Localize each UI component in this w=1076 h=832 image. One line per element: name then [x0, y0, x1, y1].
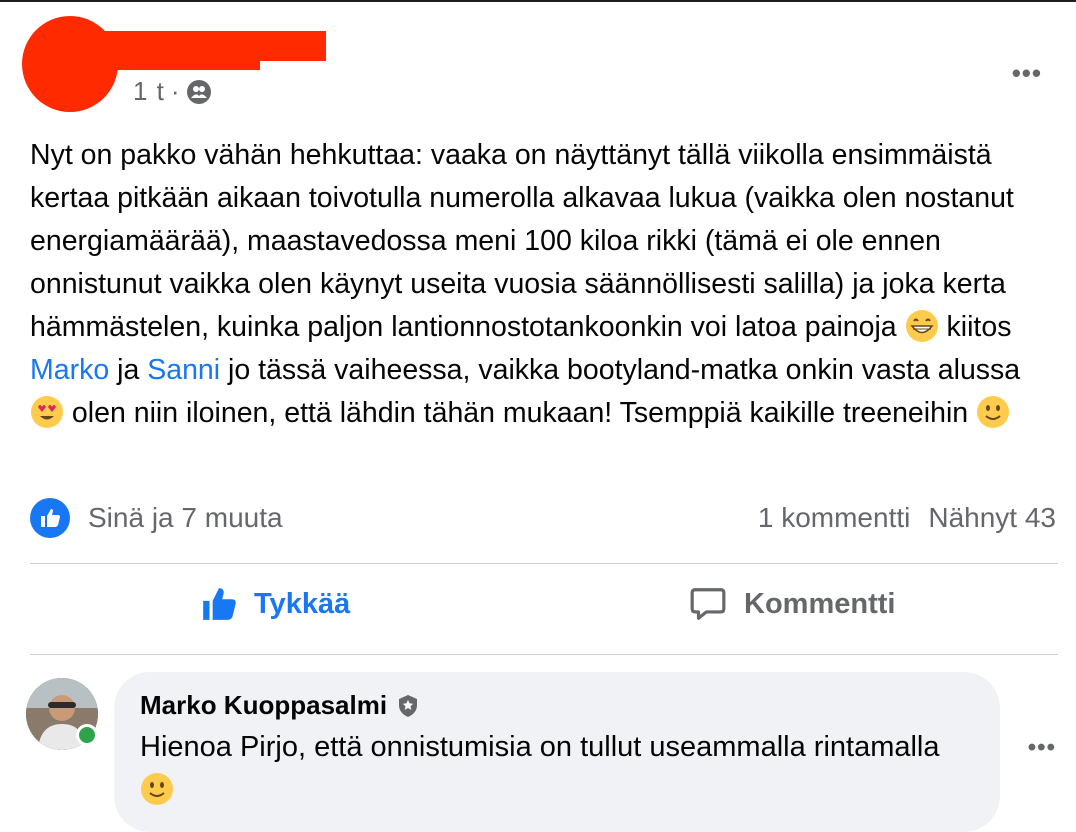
online-status-indicator [76, 724, 98, 746]
like-label: Tykkää [254, 587, 351, 620]
comment-button[interactable]: Kommentti [688, 585, 895, 623]
mention-link[interactable]: Sanni [147, 354, 220, 386]
post-more-button[interactable]: ••• [1012, 58, 1042, 89]
comment-more-button[interactable]: ••• [1028, 734, 1056, 762]
slightly-smiling-face-emoji-icon [141, 773, 173, 805]
comment-text: Hienoa Pirjo, että onnistumisia on tullu… [140, 726, 960, 812]
like-button[interactable]: Tykkää [200, 585, 350, 623]
thumbs-up-icon [203, 588, 236, 620]
author-name-redacted-stroke [60, 58, 260, 70]
comment-text-body: Hienoa Pirjo, että onnistumisia on tullu… [140, 731, 940, 763]
like-reaction-icon [30, 498, 70, 538]
comment-count[interactable]: 1 kommentti [758, 502, 911, 534]
divider [30, 563, 1058, 564]
post-text-part: olen niin iloinen, että lähdin tähän muk… [64, 397, 969, 429]
comment-label: Kommentti [744, 587, 896, 620]
heart-eyes-emoji-icon [31, 396, 63, 428]
reactions-text[interactable]: Sinä ja 7 muuta [88, 502, 283, 534]
comment-author-name[interactable]: Marko Kuoppasalmi [140, 690, 387, 721]
seen-count[interactable]: Nähnyt 43 [928, 502, 1056, 534]
reactions-summary[interactable]: Sinä ja 7 muuta [30, 498, 283, 538]
comment-icon [690, 588, 726, 620]
post-text-part: Nyt on pakko vähän hehkuttaa: vaaka on n… [30, 139, 1014, 343]
top-border [0, 0, 1076, 2]
friends-icon[interactable] [186, 79, 211, 104]
post-stats: 1 kommentti Nähnyt 43 [758, 502, 1056, 534]
grinning-face-emoji-icon [905, 310, 938, 342]
post-time[interactable]: 1 t [133, 76, 165, 107]
mention-link[interactable]: Marko [30, 354, 109, 386]
divider [30, 654, 1058, 655]
author-name-redacted[interactable] [36, 31, 326, 61]
post-text-part: ja [109, 354, 148, 386]
slightly-smiling-face-emoji-icon [977, 396, 1010, 428]
shield-badge-icon [399, 694, 418, 717]
post-meta: 1 t · [133, 76, 211, 107]
meta-separator: · [170, 76, 181, 106]
comment-author: Marko Kuoppasalmi [140, 690, 419, 721]
post-text-part: jo tässä vaiheessa, vaikka bootyland-mat… [220, 354, 1021, 386]
post-text-part: kiitos [938, 311, 1012, 343]
post-text: Nyt on pakko vähän hehkuttaa: vaaka on n… [30, 134, 1060, 435]
